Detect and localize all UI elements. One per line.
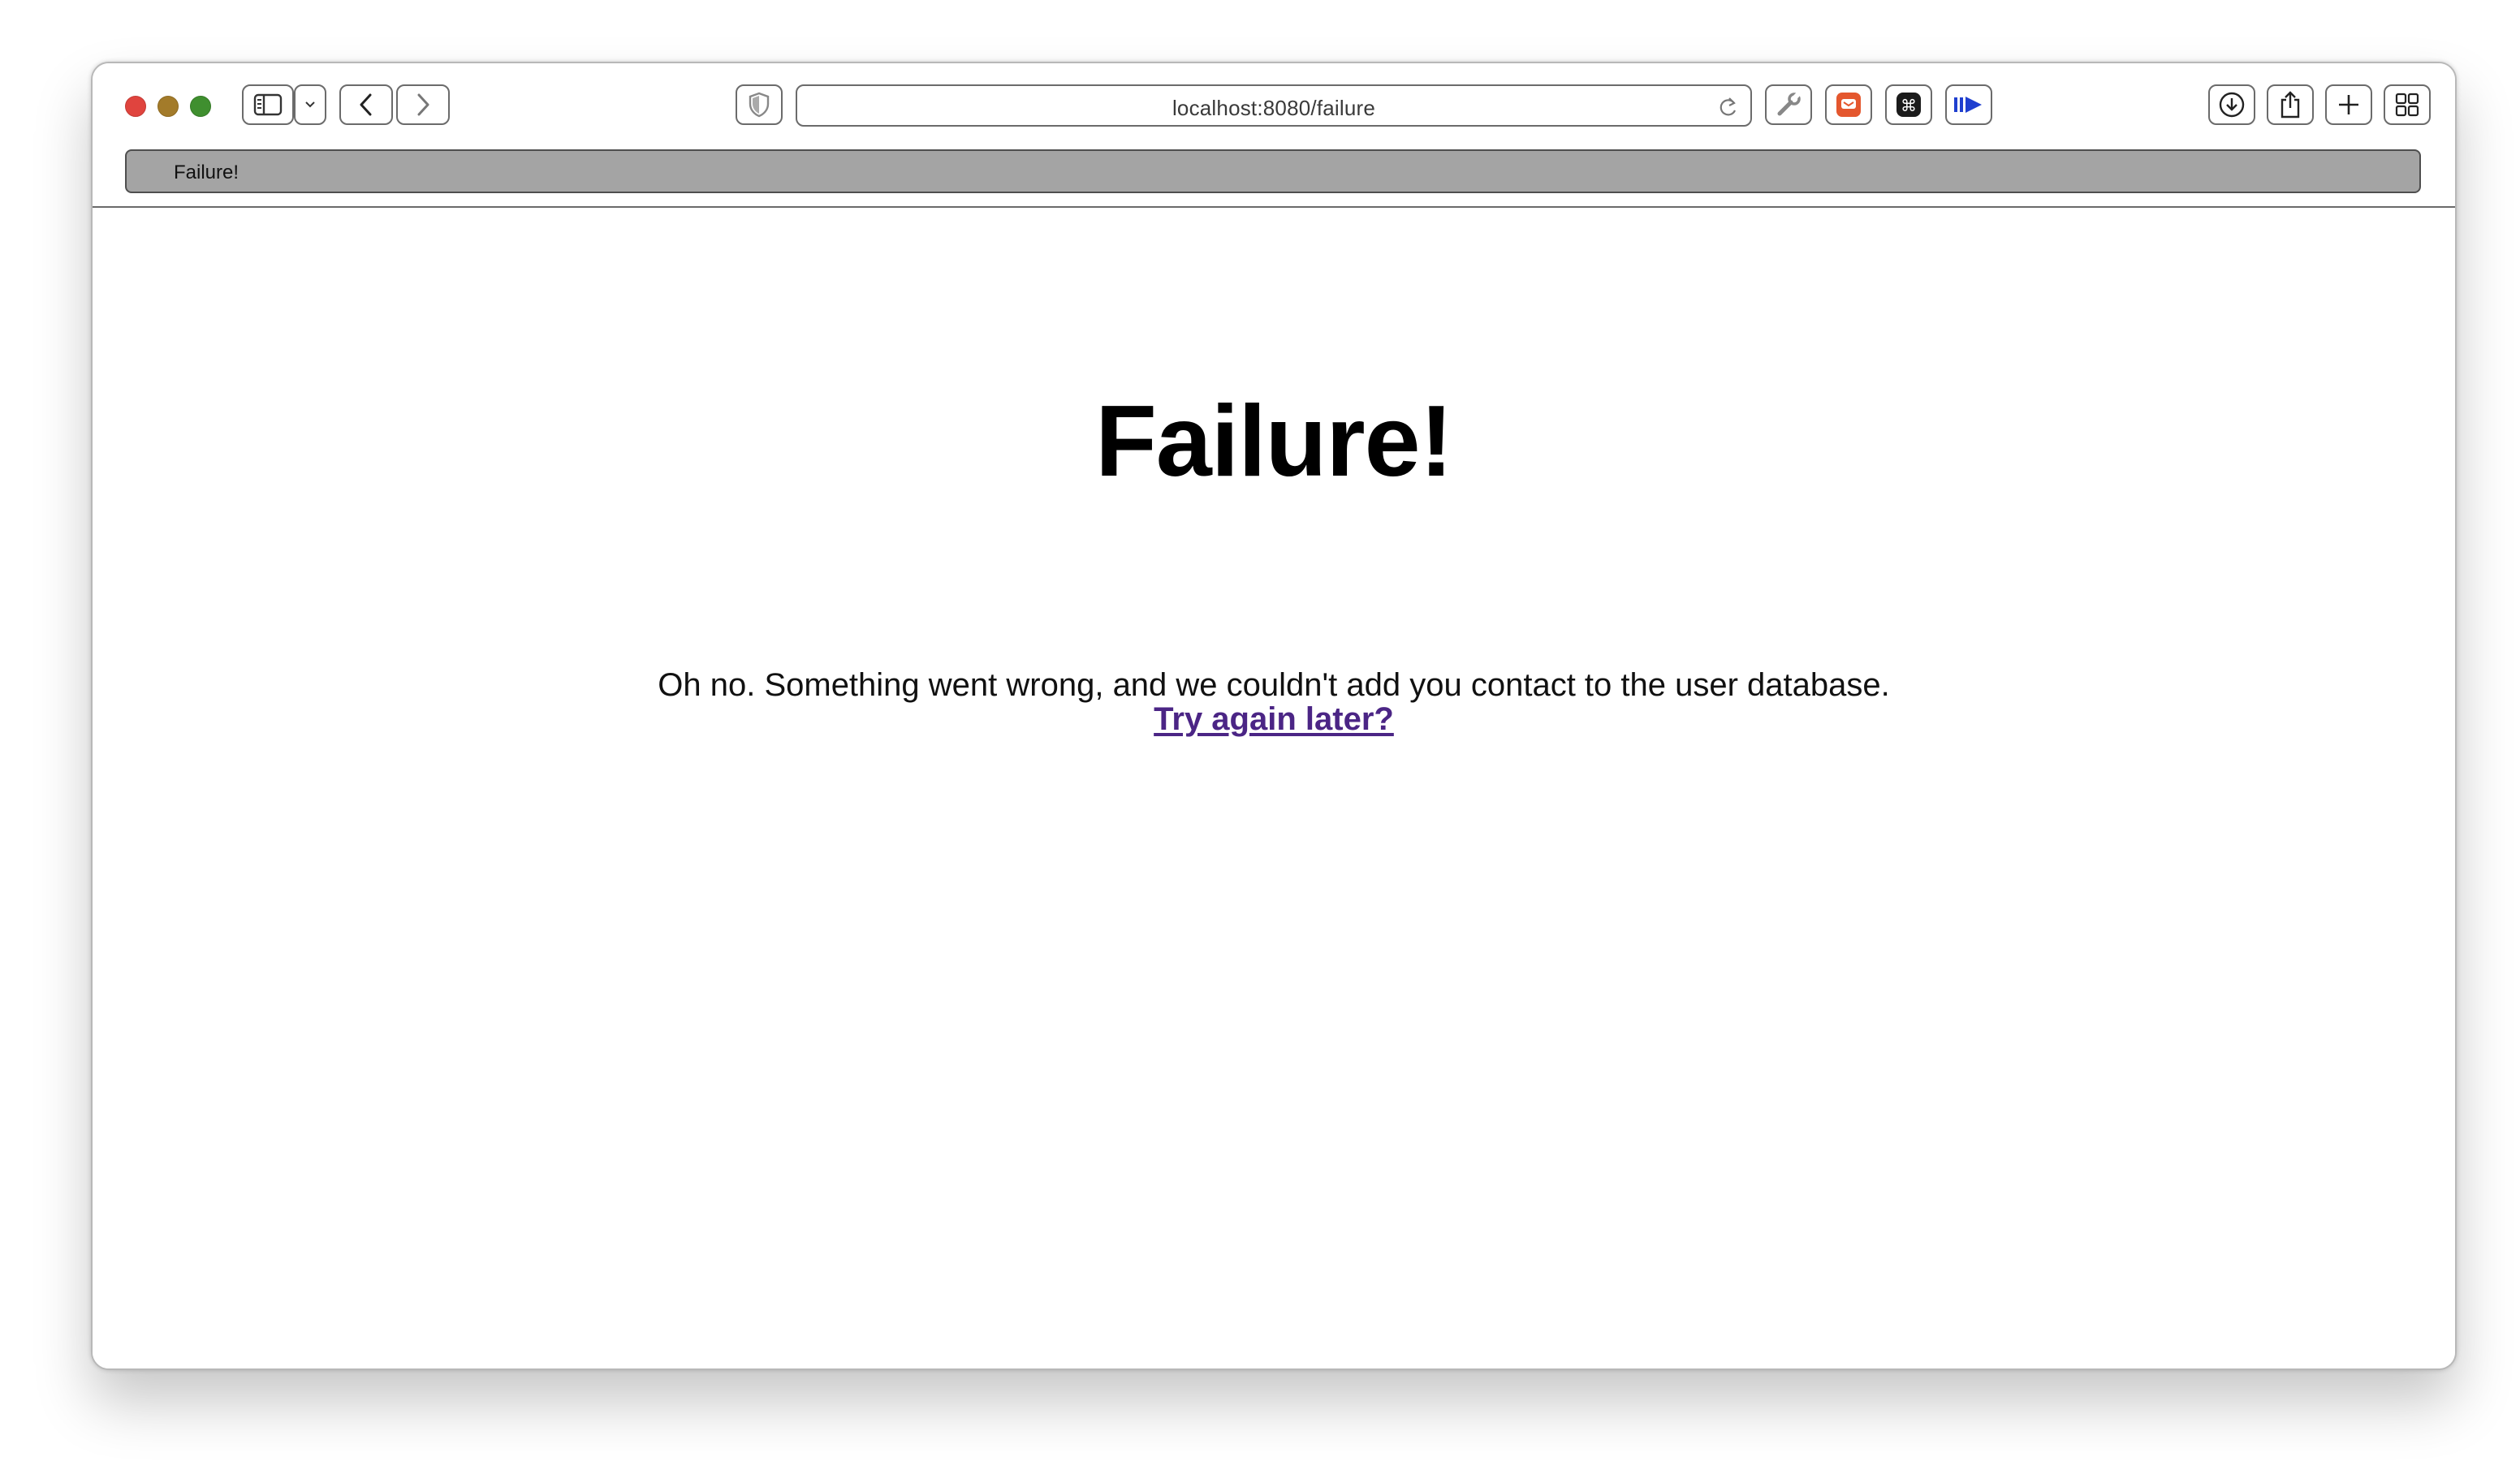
- extension-button-3[interactable]: [1945, 84, 1992, 125]
- sidebar-toggle-button[interactable]: [242, 84, 294, 125]
- retry-container: Try again later?: [93, 701, 2455, 737]
- extension-button-2[interactable]: ⌘: [1885, 84, 1932, 125]
- maximize-window-button[interactable]: [190, 96, 211, 117]
- download-icon: [2219, 92, 2245, 118]
- address-bar[interactable]: localhost:8080/failure: [796, 84, 1752, 127]
- sidebar-icon: [253, 93, 283, 116]
- tab-label: Failure!: [174, 162, 239, 183]
- tab-overview-button[interactable]: [2384, 84, 2431, 125]
- browser-window: localhost:8080/failure ⌘ Failure! Failur…: [91, 62, 2457, 1370]
- back-arrow-icon: [360, 93, 372, 116]
- page-title: Failure!: [1095, 386, 1453, 498]
- try-again-link[interactable]: Try again later?: [1154, 701, 1394, 737]
- extension-orange-icon: [1836, 93, 1861, 117]
- downloads-button[interactable]: [2208, 84, 2255, 125]
- web-inspector-button[interactable]: [1765, 84, 1812, 125]
- new-tab-button[interactable]: [2325, 84, 2372, 125]
- forward-button[interactable]: [396, 84, 450, 125]
- command-key-icon: ⌘: [1896, 93, 1921, 117]
- page-content: Failure! Oh no. Something went wrong, an…: [93, 208, 2455, 1368]
- tab-overview-icon: [2395, 93, 2419, 117]
- back-button[interactable]: [339, 84, 393, 125]
- wrench-icon: [1777, 92, 1801, 116]
- error-message: Oh no. Something went wrong, and we coul…: [658, 667, 1890, 703]
- sidebar-menu-button[interactable]: [294, 84, 326, 125]
- tab-failure[interactable]: Failure!: [125, 149, 2421, 193]
- new-tab-icon: [2339, 95, 2358, 114]
- share-button[interactable]: [2267, 84, 2314, 125]
- extension-button-1[interactable]: [1825, 84, 1872, 125]
- minimize-window-button[interactable]: [158, 96, 179, 117]
- chevron-down-icon: [305, 101, 315, 108]
- play-forward-icon: [1954, 97, 1982, 113]
- svg-text:⌘: ⌘: [1901, 96, 1917, 115]
- reload-icon[interactable]: [1718, 96, 1739, 119]
- share-icon: [2281, 91, 2300, 119]
- url-text: localhost:8080/failure: [1172, 96, 1376, 120]
- privacy-shield-icon: [749, 92, 770, 118]
- forward-arrow-icon: [417, 93, 429, 116]
- close-window-button[interactable]: [125, 96, 146, 117]
- browser-toolbar: localhost:8080/failure ⌘ Failure!: [93, 63, 2455, 208]
- privacy-report-button[interactable]: [736, 84, 783, 125]
